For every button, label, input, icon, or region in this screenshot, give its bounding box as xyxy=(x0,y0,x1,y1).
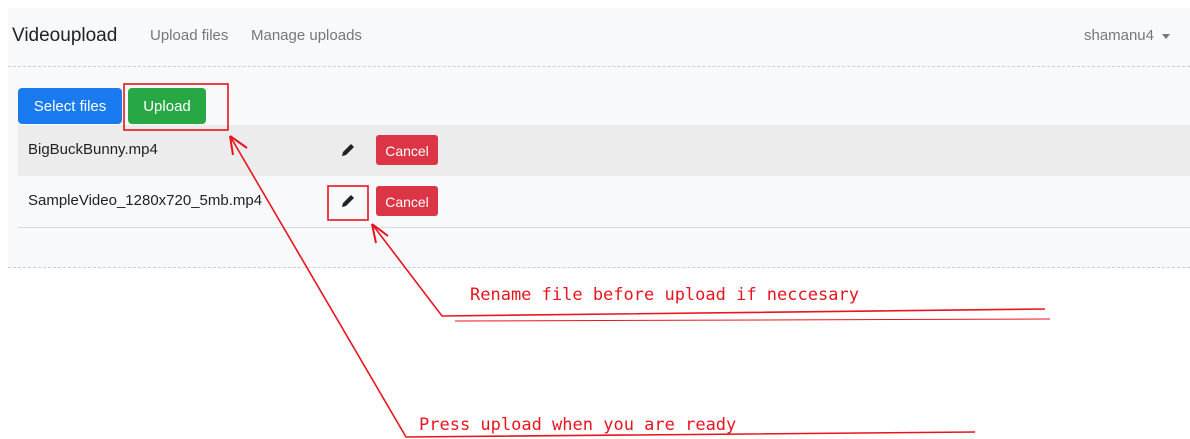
pencil-icon[interactable] xyxy=(338,191,358,211)
file-name: SampleVideo_1280x720_5mb.mp4 xyxy=(28,192,263,209)
caret-down-icon xyxy=(1162,33,1170,39)
page: Videoupload Upload files Manage uploads … xyxy=(0,0,1190,439)
rename-underline-shadow xyxy=(454,318,1051,322)
user-name: shamanu4 xyxy=(1083,27,1154,44)
select-files-button[interactable]: Select files xyxy=(18,88,122,124)
user-menu[interactable]: shamanu4 xyxy=(1084,26,1170,46)
brand-title[interactable]: Videoupload xyxy=(12,24,117,48)
rename-annotation: Rename file before upload if neccesary xyxy=(470,285,859,305)
cancel-button[interactable]: Cancel xyxy=(376,186,438,216)
nav-upload-files[interactable]: Upload files xyxy=(150,26,228,46)
cancel-button[interactable]: Cancel xyxy=(376,135,438,165)
upload-button[interactable]: Upload xyxy=(128,88,206,124)
navbar: Videoupload Upload files Manage uploads … xyxy=(8,8,1190,67)
pencil-icon[interactable] xyxy=(338,140,358,160)
file-row: BigBuckBunny.mp4 Cancel xyxy=(18,125,1190,177)
upload-annotation: Press upload when you are ready xyxy=(419,415,736,435)
file-name: BigBuckBunny.mp4 xyxy=(28,141,158,158)
file-row: SampleVideo_1280x720_5mb.mp4 Cancel xyxy=(18,176,1190,228)
nav-manage-uploads[interactable]: Manage uploads xyxy=(251,26,362,46)
upload-panel: Select files Upload BigBuckBunny.mp4 Can… xyxy=(8,67,1190,268)
